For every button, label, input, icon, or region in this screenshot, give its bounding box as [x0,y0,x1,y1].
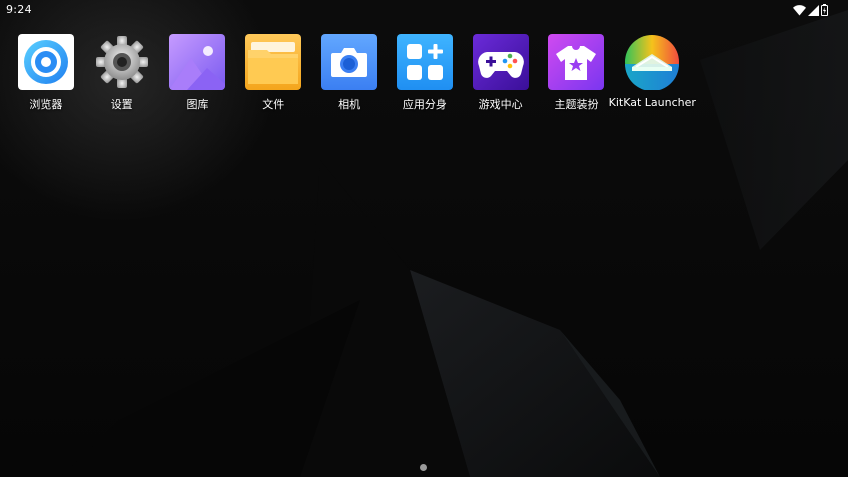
page-indicator-dot[interactable] [420,464,427,471]
status-time: 9:24 [6,3,32,16]
app-camera[interactable]: 相机 [311,34,387,112]
battery-icon [821,4,828,16]
app-label: 主题装扮 [554,98,599,111]
kitkat-launcher-icon [624,34,680,90]
app-themes[interactable]: 主题装扮 [539,34,615,112]
app-settings[interactable]: 设置 [84,34,160,112]
app-label: 浏览器 [29,98,63,111]
app-browser[interactable]: 浏览器 [8,34,84,112]
app-kitkat-launcher[interactable]: KitKat Launcher [609,34,696,112]
camera-icon [321,34,378,90]
gallery-icon [169,34,226,90]
home-screen: 9:24 浏览器 设置 图库 文件 相机 应用分身 游戏中心 主题装扮 KitK… [0,0,848,477]
app-label: 相机 [338,98,361,111]
app-label: 应用分身 [402,98,447,111]
app-label: 文件 [262,98,285,111]
app-clone-icon [396,34,453,90]
cell-signal-icon [808,4,819,16]
app-label: 设置 [110,98,133,111]
app-label: KitKat Launcher [608,96,696,109]
app-game-center[interactable]: 游戏中心 [463,34,539,112]
app-gallery[interactable]: 图库 [160,34,236,112]
status-bar: 9:24 [0,0,848,20]
app-shortcut-row: 浏览器 设置 图库 文件 相机 应用分身 游戏中心 主题装扮 KitKat La… [8,34,696,112]
app-files[interactable]: 文件 [235,34,311,112]
app-label: 游戏中心 [478,98,523,111]
gear-icon [94,34,150,90]
status-icons [793,4,828,16]
wifi-icon [793,4,806,16]
app-label: 图库 [186,98,209,111]
browser-icon [17,34,74,90]
gamepad-icon [472,34,529,90]
theme-shirt-icon [548,34,605,90]
app-clone[interactable]: 应用分身 [387,34,463,112]
folder-icon [245,34,302,90]
